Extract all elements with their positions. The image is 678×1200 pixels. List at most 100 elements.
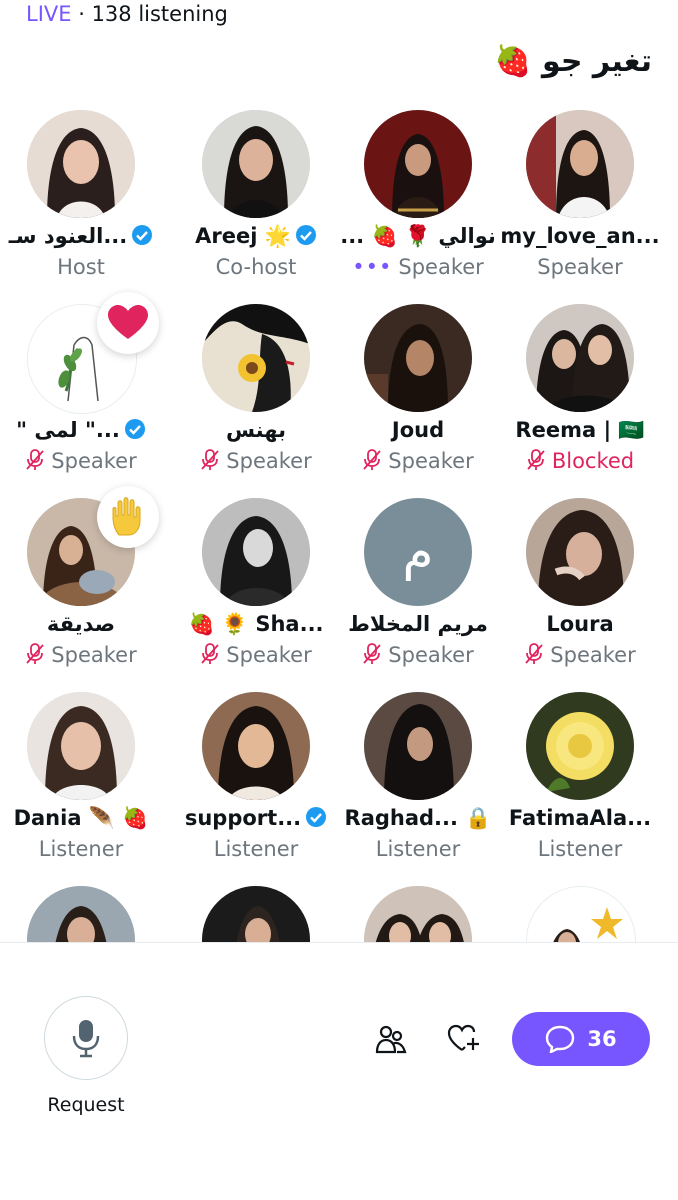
- participant-card[interactable]: Areej 🌟 Co-host: [175, 104, 337, 298]
- verified-badge-icon: [295, 225, 316, 245]
- mic-off-icon: [363, 643, 381, 664]
- participant-card[interactable]: support... Listener: [175, 686, 337, 880]
- participant-card[interactable]: م مريم المخلاط Speaker: [337, 492, 499, 686]
- participant-card[interactable]: [0, 880, 162, 942]
- participant-role: Listener: [375, 837, 461, 861]
- participant-name: Dania 🪶 🍓: [13, 806, 149, 830]
- avatar[interactable]: [526, 110, 634, 218]
- participant-card[interactable]: " لمى "... Speaker: [0, 292, 162, 492]
- participant-card[interactable]: Dania 🪶 🍓 Listener: [0, 686, 162, 880]
- mic-off-icon: [363, 449, 381, 470]
- participant-name: بهنس: [225, 418, 286, 442]
- participant-card[interactable]: FatimaAla... Listener: [499, 686, 661, 880]
- participant-name: " لمى "...: [0, 416, 162, 444]
- participant-name: Reema | 🇸🇦: [515, 418, 645, 442]
- verified-badge-icon: [132, 225, 153, 245]
- mic-off-icon: [527, 449, 545, 470]
- participant-name: Raghad... 🔒: [344, 806, 492, 830]
- participant-role: Blocked: [499, 447, 661, 475]
- react-button[interactable]: [445, 1020, 483, 1058]
- comments-button[interactable]: 36: [512, 1012, 650, 1066]
- participant-card[interactable]: العنود سـ... Host: [0, 104, 162, 298]
- heart-plus-icon: [447, 1024, 479, 1051]
- participant-role: Speaker: [337, 447, 499, 475]
- request-label: Request: [47, 1094, 125, 1116]
- participant-name: Joud: [391, 418, 445, 442]
- avatar[interactable]: [202, 304, 310, 412]
- avatar[interactable]: م: [364, 498, 472, 606]
- participant-role: Listener: [38, 837, 124, 861]
- participant-name: مريم المخلاط: [348, 612, 488, 636]
- avatar[interactable]: [526, 692, 634, 800]
- participant-name: Areej 🌟: [175, 222, 337, 250]
- participant-role: Speaker: [175, 447, 337, 475]
- avatar[interactable]: [364, 304, 472, 412]
- participant-card[interactable]: Reema | 🇸🇦 Blocked: [499, 298, 661, 492]
- mic-off-icon: [201, 449, 219, 470]
- chat-bubble-icon: [546, 1025, 575, 1053]
- participant-role: Co-host: [215, 255, 297, 279]
- participant-name: Loura: [546, 612, 614, 636]
- participant-card[interactable]: Loura Speaker: [499, 492, 661, 686]
- participant-role: Speaker: [337, 641, 499, 669]
- avatar-initial: م: [402, 523, 434, 581]
- more-options-icon[interactable]: •••: [352, 255, 392, 279]
- raised-hand-icon: [97, 486, 159, 548]
- participant-name: 🍓 🌻 Sha...: [188, 612, 324, 636]
- footer-divider: [0, 942, 678, 943]
- avatar[interactable]: [202, 498, 310, 606]
- avatar[interactable]: [364, 692, 472, 800]
- participant-role: Listener: [213, 837, 299, 861]
- participant-card[interactable]: ... 🍓 🌹 نوالي ••• Speaker: [337, 104, 499, 298]
- participant-name: FatimaAla...: [508, 806, 652, 830]
- participant-role: Speaker: [499, 641, 661, 669]
- comment-count: 36: [587, 1027, 617, 1051]
- participant-role: Speaker: [0, 447, 162, 475]
- participant-card[interactable]: [337, 880, 499, 942]
- verified-badge-icon: [124, 419, 145, 439]
- mic-off-icon: [525, 643, 543, 664]
- avatar[interactable]: [202, 692, 310, 800]
- participant-card[interactable]: Raghad... 🔒 Listener: [337, 686, 499, 880]
- participant-role: Host: [57, 255, 105, 279]
- request-to-speak-button[interactable]: [44, 996, 128, 1080]
- live-label: LIVE: [26, 2, 72, 26]
- avatar[interactable]: [27, 110, 135, 218]
- participants-button[interactable]: [372, 1020, 410, 1058]
- participant-name: العنود سـ...: [0, 222, 162, 250]
- avatar[interactable]: [364, 886, 472, 942]
- people-icon: [375, 1025, 407, 1054]
- avatar[interactable]: [526, 498, 634, 606]
- avatar[interactable]: [27, 692, 135, 800]
- participant-card[interactable]: my_love_an... Speaker: [499, 104, 661, 298]
- participant-card[interactable]: صديقة Speaker: [0, 486, 162, 686]
- participant-card[interactable]: [175, 880, 337, 942]
- avatar[interactable]: [202, 886, 310, 942]
- listener-count: · 138 listening: [78, 2, 228, 26]
- avatar[interactable]: [364, 110, 472, 218]
- participant-role: Speaker: [175, 641, 337, 669]
- participant-name: ... 🍓 🌹 نوالي: [340, 224, 496, 248]
- mic-off-icon: [26, 643, 44, 664]
- space-status: LIVE · 138 listening: [26, 0, 228, 28]
- avatar[interactable]: [526, 304, 634, 412]
- participants-grid: العنود سـ... Host Areej 🌟 Co-host ... 🍓 …: [0, 104, 678, 942]
- participant-name: my_love_an...: [500, 224, 660, 248]
- mic-off-icon: [26, 449, 44, 470]
- avatar[interactable]: [27, 886, 135, 942]
- participant-card[interactable]: [499, 880, 661, 942]
- participant-role: Speaker: [537, 255, 623, 279]
- participant-card[interactable]: بهنس Speaker: [175, 298, 337, 492]
- mic-off-icon: [201, 643, 219, 664]
- heart-reaction-icon: [97, 292, 159, 354]
- participant-role: Listener: [537, 837, 623, 861]
- avatar[interactable]: [526, 886, 636, 942]
- participant-role: ••• Speaker: [352, 255, 484, 279]
- participant-card[interactable]: Joud Speaker: [337, 298, 499, 492]
- participant-role: Speaker: [0, 641, 162, 669]
- participant-name: صديقة: [46, 612, 116, 636]
- space-title: تغير جو 🍓: [494, 44, 652, 79]
- participant-card[interactable]: 🍓 🌻 Sha... Speaker: [175, 492, 337, 686]
- avatar[interactable]: [202, 110, 310, 218]
- verified-badge-icon: [306, 807, 327, 827]
